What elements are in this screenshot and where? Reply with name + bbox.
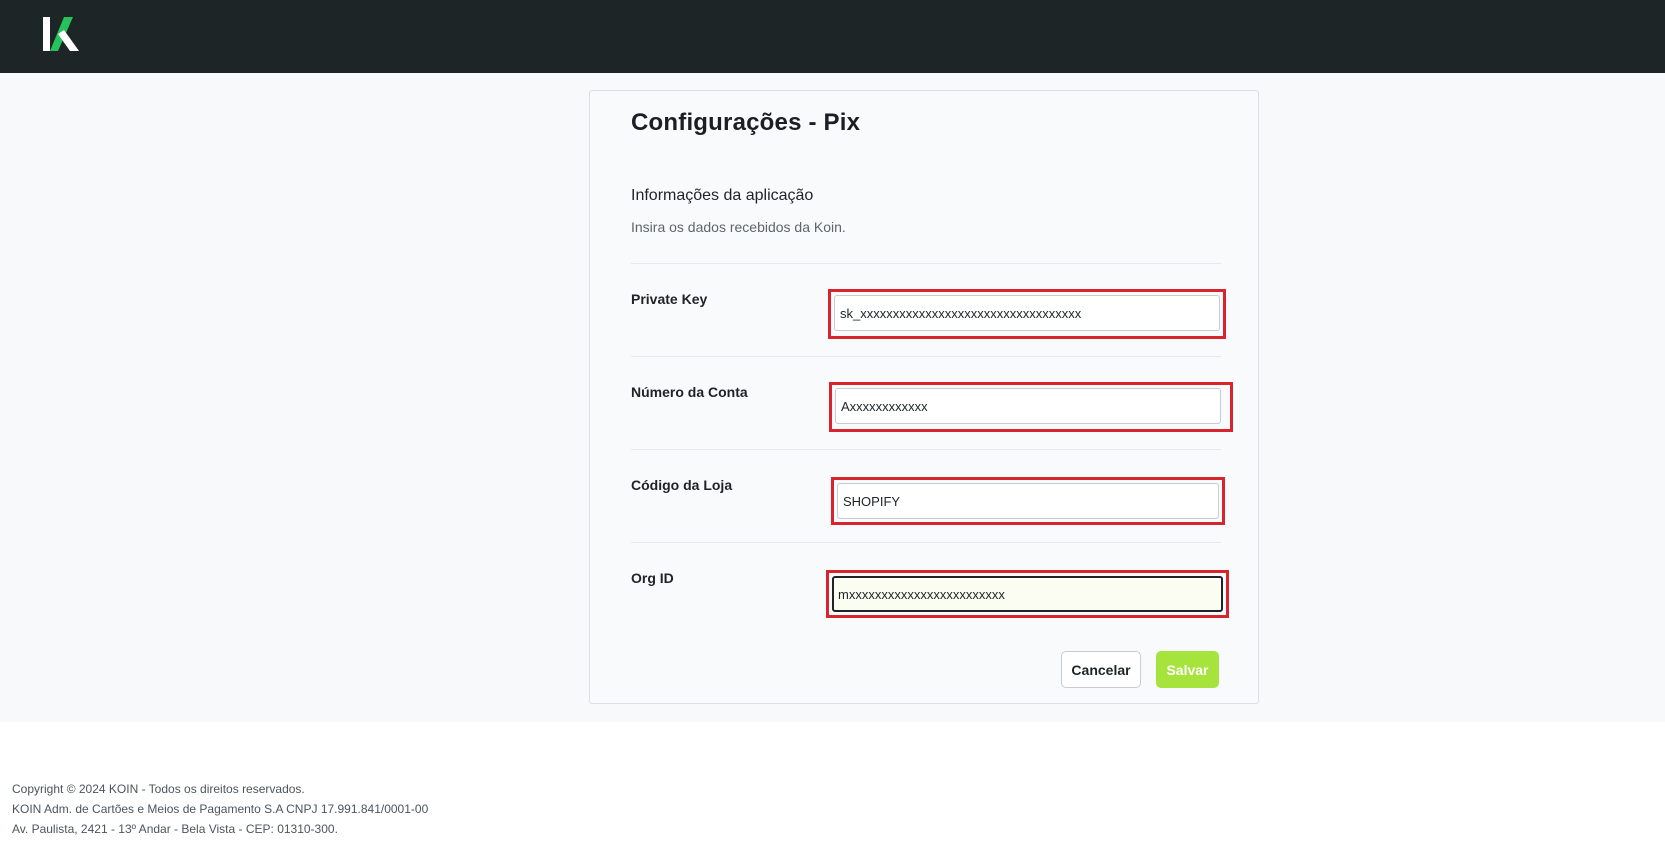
private-key-input[interactable] (834, 295, 1220, 331)
store-code-label: Código da Loja (631, 477, 733, 493)
section-title: Informações da aplicação (631, 187, 814, 204)
account-number-input[interactable] (835, 388, 1221, 424)
divider (631, 449, 1221, 450)
divider (631, 263, 1221, 264)
store-code-input[interactable] (837, 483, 1219, 519)
store-code-highlight (831, 477, 1225, 525)
account-number-label: Número da Conta (631, 384, 748, 400)
footer-copyright: Copyright © 2024 KOIN - Todos os direito… (12, 782, 305, 796)
top-navbar (0, 0, 1665, 73)
footer-company: KOIN Adm. de Cartões e Meios de Pagament… (12, 802, 429, 816)
settings-card: Configurações - Pix Informações da aplic… (589, 90, 1259, 704)
org-id-highlight (826, 570, 1229, 618)
koin-logo-icon[interactable] (43, 17, 79, 51)
org-id-label: Org ID (631, 570, 674, 586)
save-button[interactable]: Salvar (1156, 651, 1219, 688)
account-number-highlight (829, 382, 1233, 432)
page-title: Configurações - Pix (631, 109, 861, 136)
divider (631, 542, 1221, 543)
footer: Copyright © 2024 KOIN - Todos os direito… (0, 722, 1665, 861)
section-subtitle: Insira os dados recebidos da Koin. (631, 219, 846, 235)
org-id-input[interactable] (832, 576, 1223, 612)
footer-address: Av. Paulista, 2421 - 13º Andar - Bela Vi… (12, 822, 338, 836)
private-key-label: Private Key (631, 291, 708, 307)
divider (631, 356, 1221, 357)
private-key-highlight (828, 289, 1226, 339)
cancel-button[interactable]: Cancelar (1061, 651, 1141, 688)
